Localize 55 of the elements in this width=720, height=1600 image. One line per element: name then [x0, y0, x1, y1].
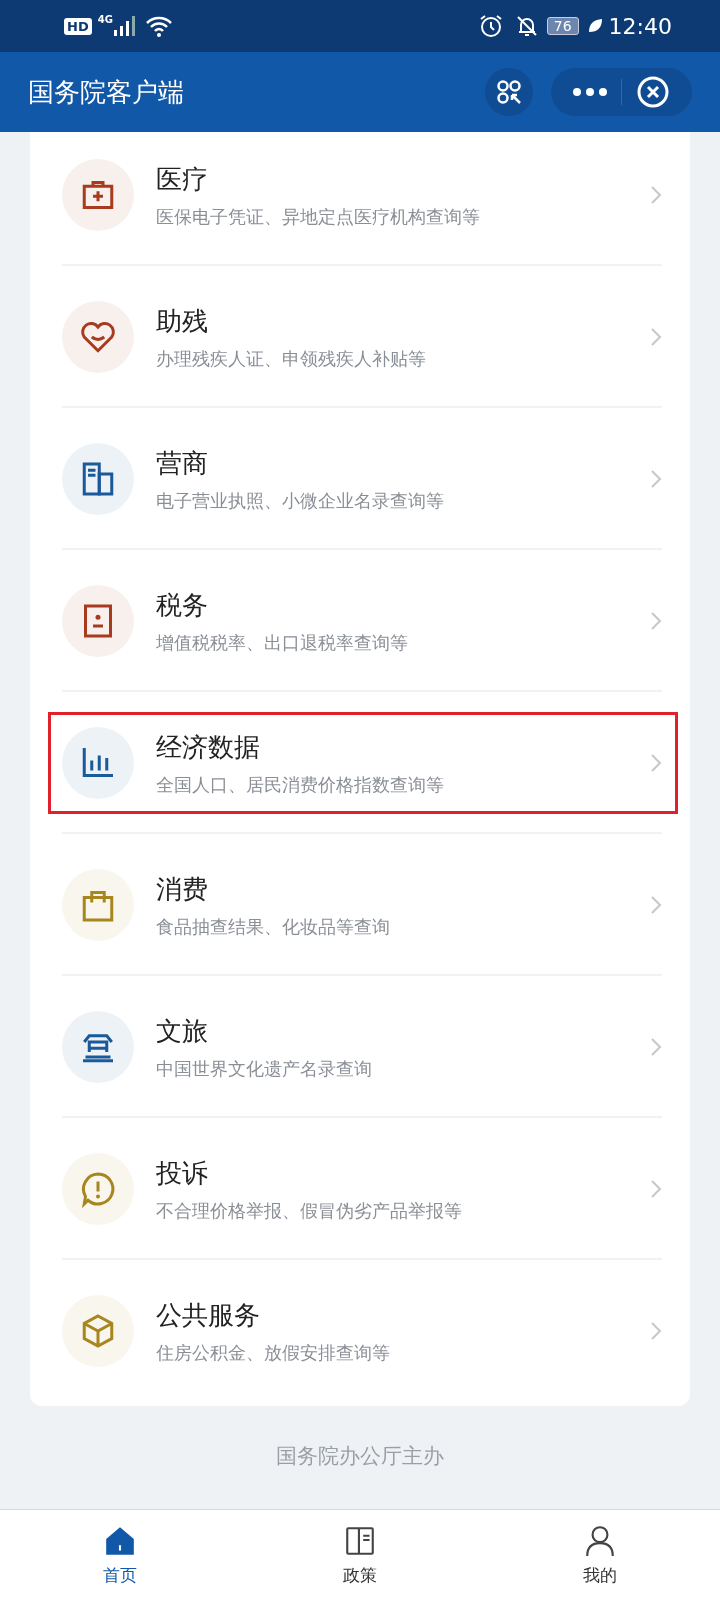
- chevron-icon: [650, 185, 662, 205]
- service-title: 文旅: [156, 1014, 209, 1048]
- service-item[interactable]: 营商 电子营业执照、小微企业名录查询等: [30, 408, 690, 550]
- service-title: 公共服务: [156, 1298, 261, 1332]
- network-type: 4G: [97, 14, 113, 25]
- wifi-icon: [144, 15, 173, 37]
- service-item[interactable]: 经济数据 全国人口、居民消费价格指数查询等: [30, 692, 690, 834]
- service-description: 住房公积金、放假安排查询等: [156, 1340, 391, 1365]
- service-title: 消费: [156, 872, 209, 906]
- service-item[interactable]: 文旅 中国世界文化遗产名录查询: [30, 976, 690, 1118]
- nav-tab[interactable]: 我的: [480, 1510, 720, 1600]
- chevron-icon: [650, 753, 662, 773]
- chevron-icon: [650, 1321, 662, 1341]
- scan-button[interactable]: [485, 68, 533, 116]
- service-item[interactable]: 助残 办理残疾人证、申领残疾人补贴等: [30, 266, 690, 408]
- service-description: 中国世界文化遗产名录查询: [156, 1056, 373, 1081]
- service-title: 税务: [156, 588, 209, 622]
- close-icon: [636, 75, 670, 109]
- service-title: 投诉: [156, 1156, 209, 1190]
- service-description: 食品抽查结果、化妆品等查询: [156, 914, 391, 939]
- service-title: 医疗: [156, 162, 209, 196]
- service-description: 不合理价格举报、假冒伪劣产品举报等: [156, 1198, 463, 1223]
- service-title: 营商: [156, 446, 209, 480]
- nav-tab[interactable]: 首页: [0, 1510, 240, 1600]
- service-title: 经济数据: [156, 730, 261, 764]
- chevron-icon: [650, 469, 662, 489]
- chevron-icon: [650, 1179, 662, 1199]
- service-description: 办理残疾人证、申领残疾人补贴等: [156, 346, 427, 371]
- clock-time: 12:40: [608, 13, 672, 39]
- service-item[interactable]: 公共服务 住房公积金、放假安排查询等: [30, 1260, 690, 1402]
- service-description: 电子营业执照、小微企业名录查询等: [156, 488, 445, 513]
- leaf-icon: [586, 18, 603, 34]
- service-item[interactable]: 医疗 医保电子凭证、异地定点医疗机构查询等: [30, 132, 690, 266]
- signal-icon: [112, 16, 137, 36]
- more-icon: [573, 88, 607, 96]
- battery-indicator: 76: [546, 17, 579, 35]
- chevron-icon: [650, 327, 662, 347]
- app-title: 国务院客户端: [28, 75, 185, 109]
- bell-off-icon: [514, 14, 539, 38]
- service-description: 医保电子凭证、异地定点医疗机构查询等: [156, 204, 481, 229]
- service-item[interactable]: 投诉 不合理价格举报、假冒伪劣产品举报等: [30, 1118, 690, 1260]
- footer-text: 国务院办公厅主办: [275, 1443, 445, 1470]
- hd-indicator: HD: [64, 17, 92, 35]
- chevron-icon: [650, 611, 662, 631]
- service-title: 助残: [156, 304, 209, 338]
- service-description: 全国人口、居民消费价格指数查询等: [156, 772, 445, 797]
- service-description: 增值税税率、出口退税率查询等: [156, 630, 409, 655]
- scan-icon: [496, 79, 522, 105]
- person-icon: [583, 1523, 617, 1558]
- service-item[interactable]: 消费 食品抽查结果、化妆品等查询: [30, 834, 690, 976]
- service-item[interactable]: 税务 增值税税率、出口退税率查询等: [30, 550, 690, 692]
- nav-tab[interactable]: 政策: [240, 1510, 480, 1600]
- chevron-icon: [650, 895, 662, 915]
- chevron-icon: [650, 1037, 662, 1057]
- alarm-icon: [478, 14, 503, 38]
